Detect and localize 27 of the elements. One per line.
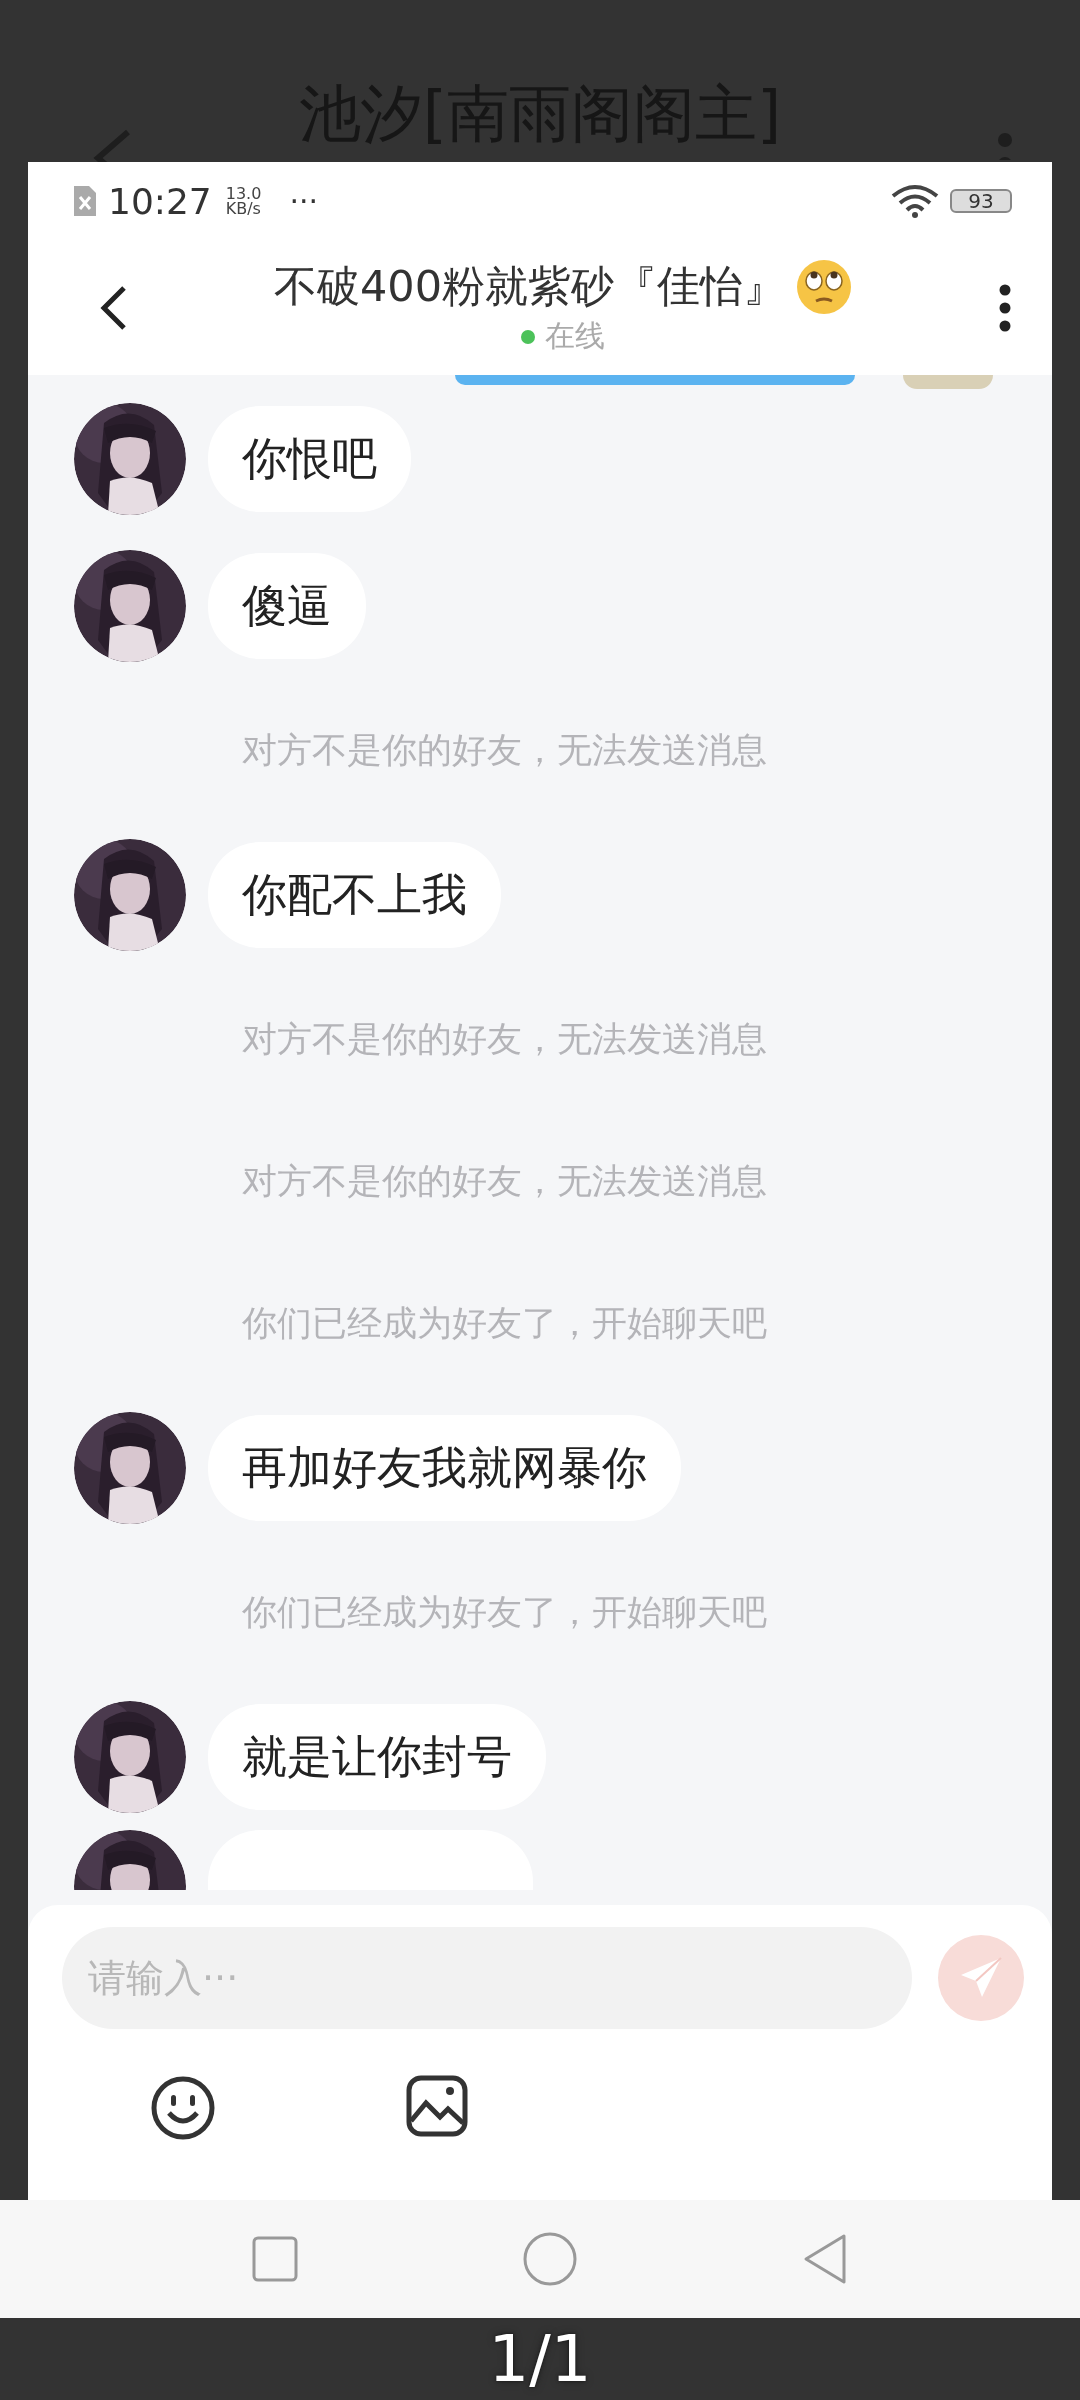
page-indicator: 1/1 xyxy=(488,2331,592,2387)
back-nav-icon[interactable] xyxy=(802,2233,848,2285)
network-speed: 13.0 xyxy=(225,186,262,201)
chat-bubble: 你恨吧 xyxy=(208,405,411,512)
emoji-icon[interactable] xyxy=(150,2075,216,2141)
system-notice: 对方不是你的好友，无法发送消息 xyxy=(242,1159,767,1203)
chat-bubble: 就是让你封号 xyxy=(208,1703,546,1810)
chat-bubble: 你配不上我 xyxy=(208,841,501,948)
system-notice: 对方不是你的好友，无法发送消息 xyxy=(242,728,767,772)
eye-roll-emoji-icon xyxy=(796,259,853,315)
chat-bubble: 傻逼 xyxy=(208,552,366,659)
notification-more: ··· xyxy=(289,183,318,219)
battery-indicator: 93 xyxy=(950,189,1012,213)
chat-bubble: 再加好友我就网暴你 xyxy=(208,1414,681,1521)
system-notice: 对方不是你的好友，无法发送消息 xyxy=(242,1017,767,1061)
home-nav-icon[interactable] xyxy=(522,2231,578,2287)
system-notice: 你们已经成为好友了，开始聊天吧 xyxy=(242,1590,767,1634)
square-nav-icon[interactable] xyxy=(252,2236,298,2282)
message-input[interactable]: 请输入··· xyxy=(62,1927,912,2029)
chat-title: 不破400粉就紫砂『佳怡』 xyxy=(273,260,787,313)
sim-icon xyxy=(72,184,98,218)
online-status: 在线 xyxy=(545,317,605,355)
network-unit: KB/s xyxy=(225,201,262,216)
wifi-icon xyxy=(890,184,940,218)
clock: 10:27 xyxy=(108,180,212,222)
system-notice: 你们已经成为好友了，开始聊天吧 xyxy=(242,1301,767,1345)
image-icon[interactable] xyxy=(406,2075,468,2137)
